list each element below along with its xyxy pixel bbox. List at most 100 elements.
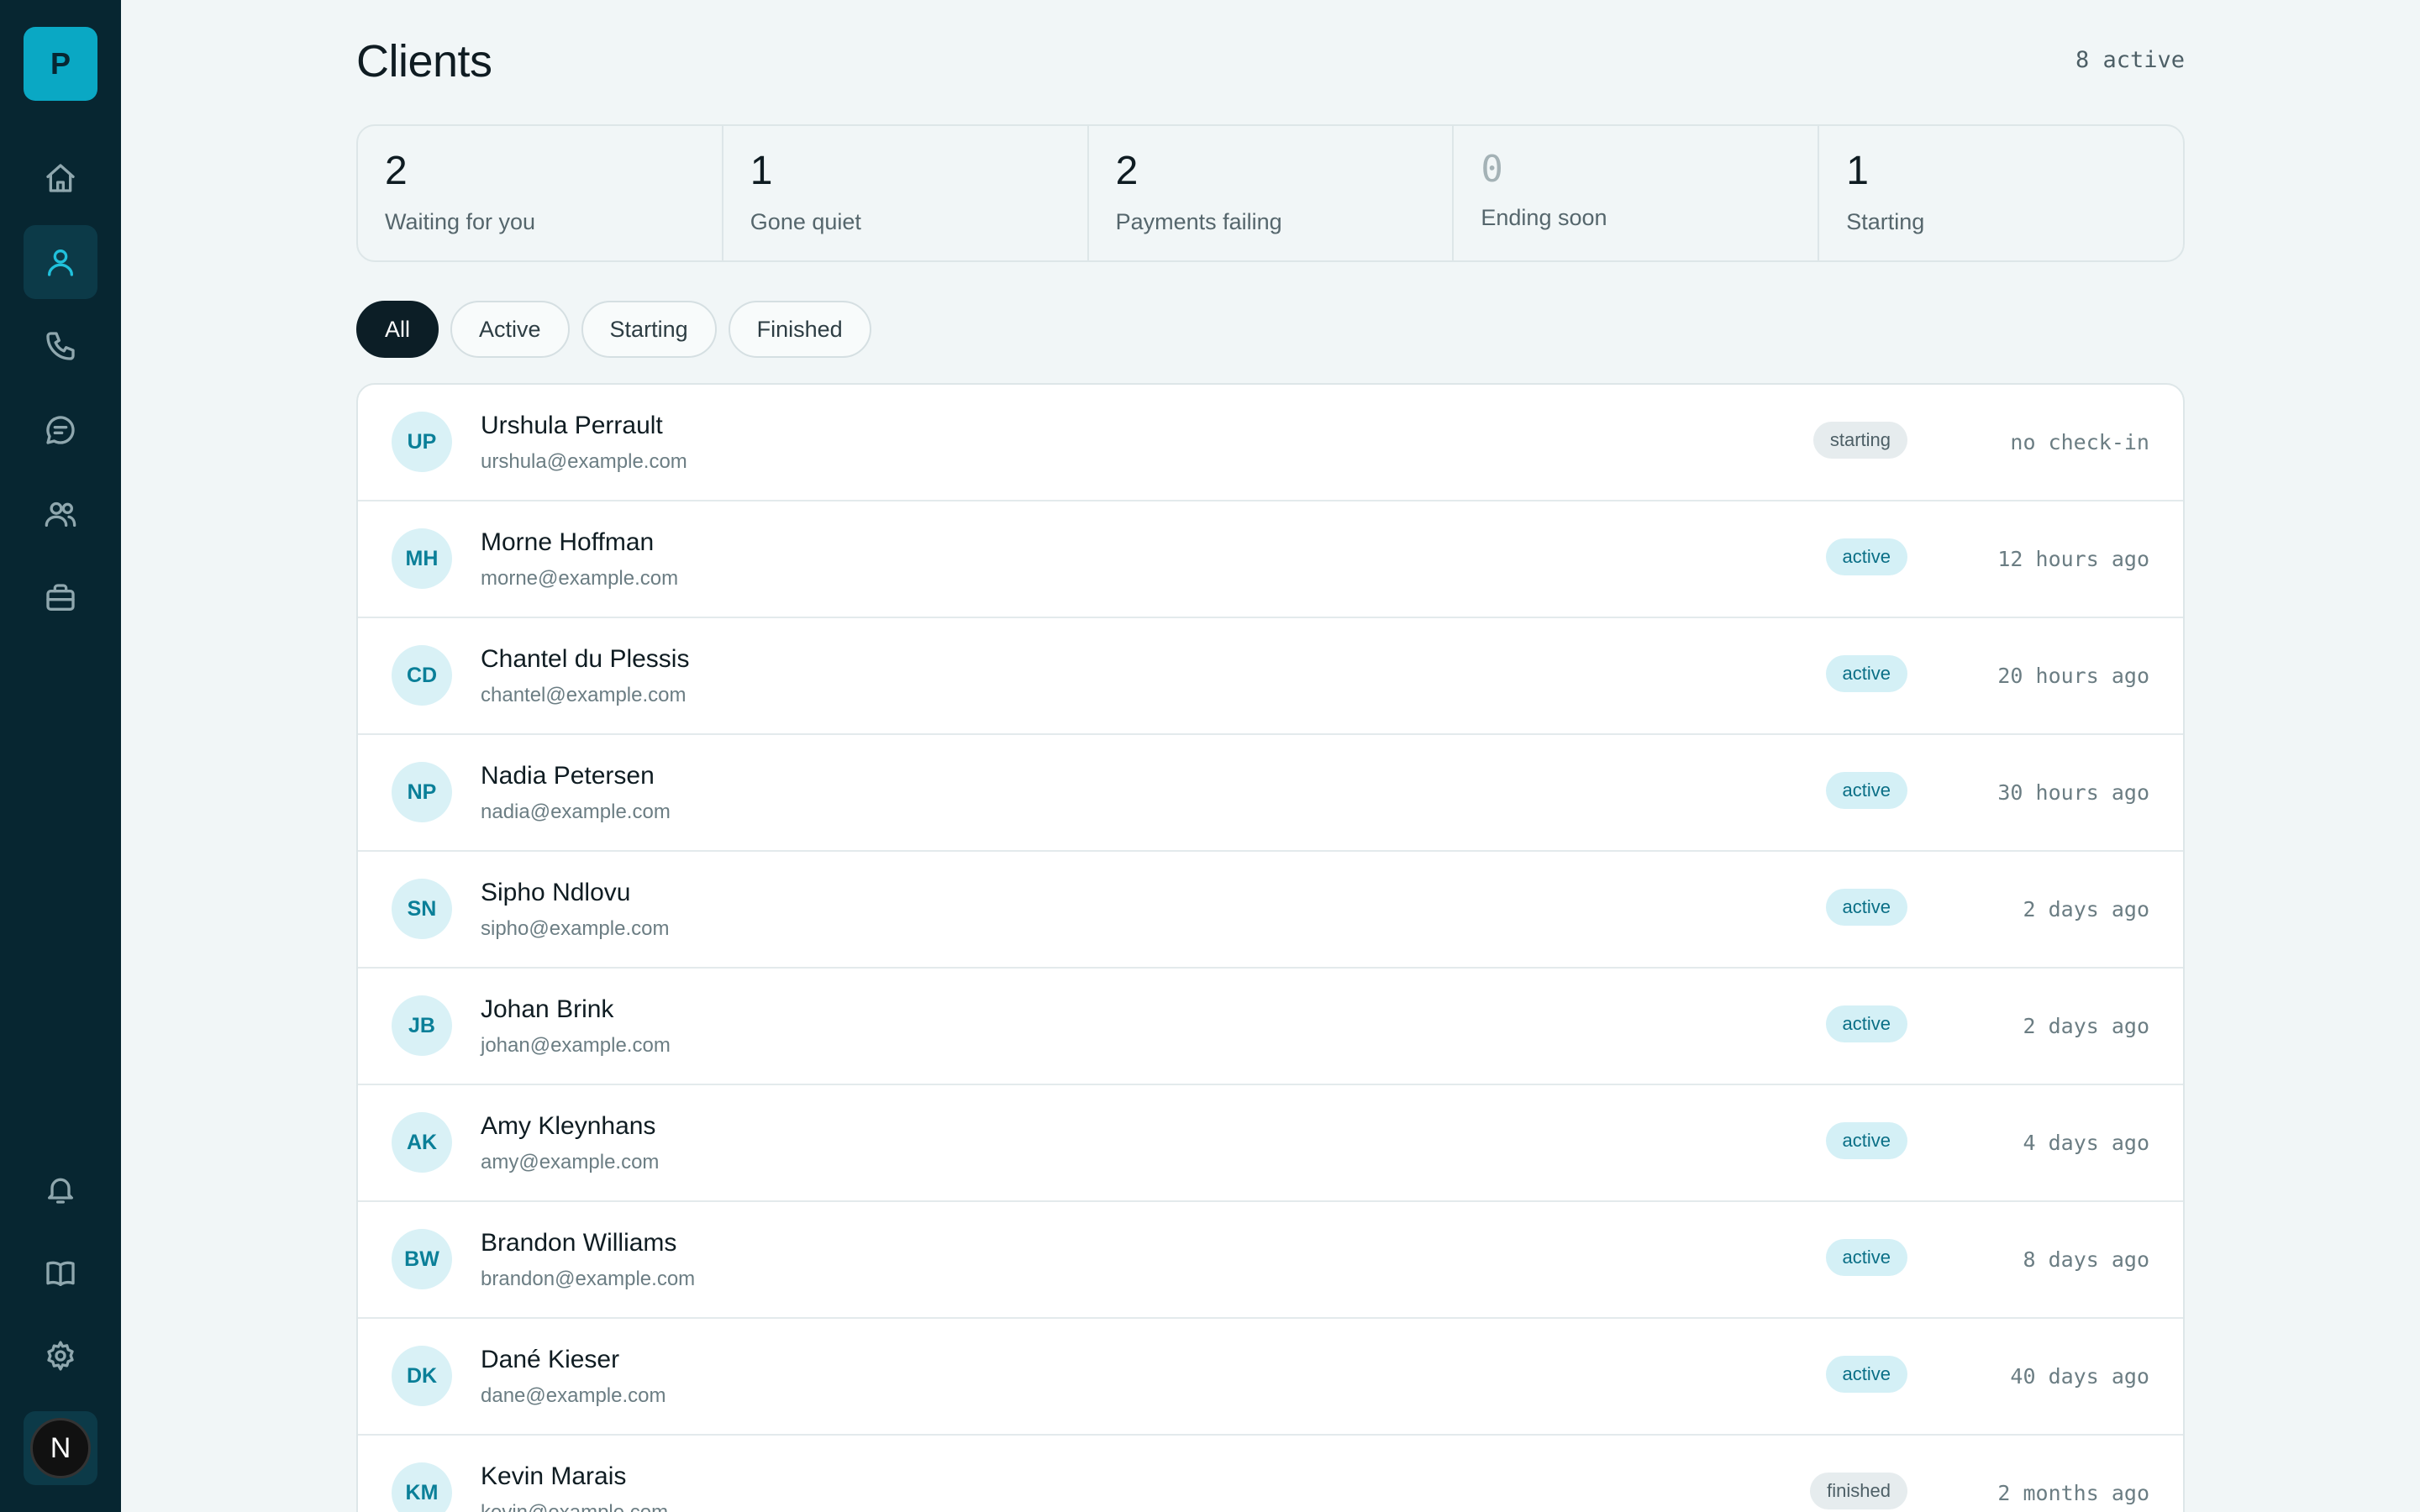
filter-starting[interactable]: Starting [581,301,717,358]
user-icon [48,249,74,276]
client-email: kevin@example.com [481,1501,668,1512]
client-avatar: DK [392,1346,452,1406]
client-avatar: JB [392,995,452,1056]
filter-finished[interactable]: Finished [728,301,871,358]
stat-label: Gone quiet [750,208,861,234]
last-check-in: 2 days ago [2023,1014,2149,1038]
sidebar-item-clients[interactable] [24,225,97,299]
stat-value: 1 [1846,149,1869,193]
sidebar-item-team[interactable] [24,477,97,551]
status-badge: active [1825,772,1907,809]
home-icon [46,164,75,192]
stat-value: 1 [750,149,773,193]
status-badge: active [1825,1005,1907,1042]
client-name: Morne Hoffman [481,528,655,556]
last-check-in: no check-in [2010,430,2149,454]
bell-icon [48,1178,74,1204]
client-name: Amy Kleynhans [481,1112,656,1140]
client-row[interactable]: UP Urshula Perrault urshula@example.com … [358,385,2183,501]
client-name: Dané Kieser [481,1346,620,1373]
status-badge: active [1825,1239,1907,1276]
user-avatar-button[interactable]: N [24,1411,97,1485]
last-check-in: 40 days ago [2010,1364,2149,1389]
status-badge: active [1825,1356,1907,1393]
client-name: Chantel du Plessis [481,645,690,673]
client-email: morne@example.com [481,567,679,590]
client-list: UP Urshula Perrault urshula@example.com … [356,383,2185,1512]
stat-label: Ending soon [1481,205,1607,231]
last-check-in: 2 days ago [2023,897,2149,921]
client-row[interactable]: MH Morne Hoffman morne@example.com activ… [358,501,2183,618]
app-logo[interactable]: P [24,27,97,101]
stat-starting[interactable]: 1 Starting [1819,126,2183,260]
stat-label: Waiting for you [385,208,536,234]
status-badge: active [1825,1122,1907,1159]
stat-label: Payments failing [1115,208,1282,234]
client-name: Kevin Marais [481,1462,627,1490]
book-icon [46,1261,75,1286]
client-avatar: MH [392,528,452,589]
user-avatar: N [30,1418,91,1478]
client-avatar: CD [392,645,452,706]
stat-ending-soon[interactable]: 0 Ending soon [1454,126,1820,260]
sidebar-item-notifications[interactable] [24,1152,97,1226]
client-row[interactable]: DK Dané Kieser dane@example.com active 4… [358,1319,2183,1436]
status-badge: active [1825,889,1907,926]
users-icon [45,501,76,527]
client-row[interactable]: JB Johan Brink johan@example.com active … [358,969,2183,1085]
filter-active[interactable]: Active [450,301,570,358]
client-name: Nadia Petersen [481,762,655,790]
sidebar-item-messages[interactable] [24,393,97,467]
stat-gone-quiet[interactable]: 1 Gone quiet [723,126,1089,260]
stat-value: 0 [1481,148,1503,191]
stats-bar: 2 Waiting for you 1 Gone quiet 2 Payment… [356,124,2185,262]
client-row[interactable]: AK Amy Kleynhans amy@example.com active … [358,1085,2183,1202]
stat-waiting[interactable]: 2 Waiting for you [358,126,723,260]
last-check-in: 8 days ago [2023,1247,2149,1272]
client-name: Sipho Ndlovu [481,879,631,906]
client-email: brandon@example.com [481,1268,696,1290]
sidebar: P N [0,0,121,1512]
chat-icon [46,416,75,444]
client-avatar: AK [392,1112,452,1173]
last-check-in: 30 hours ago [1997,780,2149,805]
stat-value: 2 [385,149,408,193]
status-badge: starting [1812,422,1907,459]
client-row[interactable]: KM Kevin Marais kevin@example.com finish… [358,1436,2183,1512]
client-row[interactable]: NP Nadia Petersen nadia@example.com acti… [358,735,2183,852]
status-badge: finished [1810,1473,1907,1509]
sidebar-item-home[interactable] [24,141,97,215]
last-check-in: 20 hours ago [1997,664,2149,688]
last-check-in: 12 hours ago [1997,547,2149,571]
client-email: urshula@example.com [481,450,687,473]
client-avatar: UP [392,412,452,472]
phone-icon [46,332,75,360]
client-row[interactable]: BW Brandon Williams brandon@example.com … [358,1202,2183,1319]
client-email: dane@example.com [481,1384,666,1407]
client-name: Johan Brink [481,995,614,1023]
client-email: nadia@example.com [481,801,671,823]
sidebar-item-calls[interactable] [24,309,97,383]
client-row[interactable]: SN Sipho Ndlovu sipho@example.com active… [358,852,2183,969]
client-email: johan@example.com [481,1034,671,1057]
client-name: Brandon Williams [481,1229,677,1257]
client-name: Urshula Perrault [481,412,663,439]
sidebar-item-settings[interactable] [24,1319,97,1393]
client-row[interactable]: CD Chantel du Plessis chantel@example.co… [358,618,2183,735]
briefcase-icon [46,584,75,611]
sidebar-item-docs[interactable] [24,1236,97,1310]
stat-label: Starting [1846,208,1925,234]
page-title: Clients [356,36,492,87]
last-check-in: 4 days ago [2023,1131,2149,1155]
stat-payments-failing[interactable]: 2 Payments failing [1089,126,1455,260]
client-avatar: BW [392,1229,452,1289]
sidebar-item-work[interactable] [24,561,97,635]
client-avatar: KM [392,1462,452,1512]
status-badge: active [1825,538,1907,575]
stat-value: 2 [1115,149,1139,193]
client-email: amy@example.com [481,1151,660,1173]
status-badge: active [1825,655,1907,692]
filter-tabs: All Active Starting Finished [356,301,871,358]
filter-all[interactable]: All [356,301,439,358]
active-count: 8 active [2075,47,2185,73]
